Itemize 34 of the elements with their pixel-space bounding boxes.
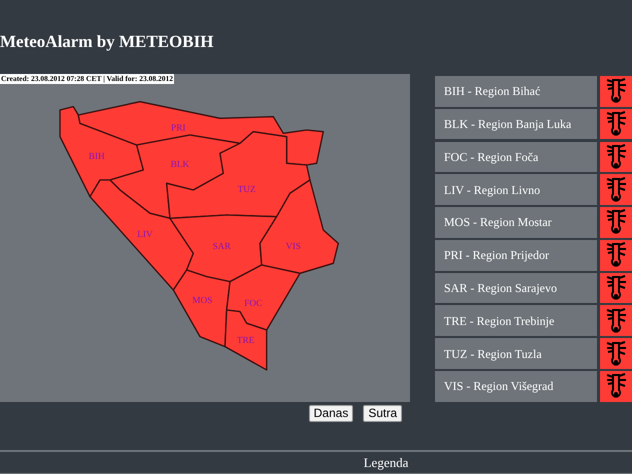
map-region[interactable]: [172, 269, 231, 348]
region-code: VIS: [286, 242, 301, 252]
region-code: LIV: [137, 230, 153, 240]
map-region[interactable]: [89, 179, 194, 291]
map-region[interactable]: [166, 131, 311, 219]
region-code: BIH: [88, 152, 105, 162]
region-item[interactable]: PRI - Region Prijedor: [435, 240, 597, 270]
region-item[interactable]: VIS - Region Višegrad: [435, 371, 597, 402]
map-region[interactable]: [224, 309, 268, 371]
map-region[interactable]: [59, 106, 144, 198]
region-item[interactable]: BLK - Region Banja Luka: [435, 108, 597, 140]
region-code: TUZ: [238, 185, 256, 196]
day-button[interactable]: Sutra: [363, 405, 402, 422]
region-code: MOS: [192, 296, 212, 306]
region-code: TRE: [236, 336, 254, 346]
region-item[interactable]: BIH - Region Bihać: [435, 76, 597, 107]
region-item[interactable]: TUZ - Region Tuzla: [435, 338, 597, 369]
region-item[interactable]: FOC - Region Foča: [435, 142, 597, 172]
map-region[interactable]: [259, 179, 339, 274]
region-code: PRI: [171, 123, 186, 134]
map-region[interactable]: [78, 101, 324, 166]
region-item[interactable]: SAR - Region Sarajevo: [435, 272, 597, 304]
day-button[interactable]: Danas: [308, 405, 354, 422]
region-item[interactable]: TRE - Region Trebinje: [435, 305, 597, 336]
region-item[interactable]: LIV - Region Livno: [435, 174, 597, 205]
legend-bar[interactable]: Legenda: [0, 450, 632, 474]
page-title: MeteoAlarm by METEOBIH: [0, 31, 214, 53]
region-code: SAR: [212, 242, 231, 252]
legend-label: Legenda: [364, 454, 408, 472]
region-item[interactable]: MOS - Region Mostar: [435, 207, 597, 238]
map-region[interactable]: [169, 214, 278, 282]
region-code: FOC: [244, 299, 262, 310]
region-code: BLK: [170, 160, 190, 170]
map-region[interactable]: [226, 264, 301, 331]
